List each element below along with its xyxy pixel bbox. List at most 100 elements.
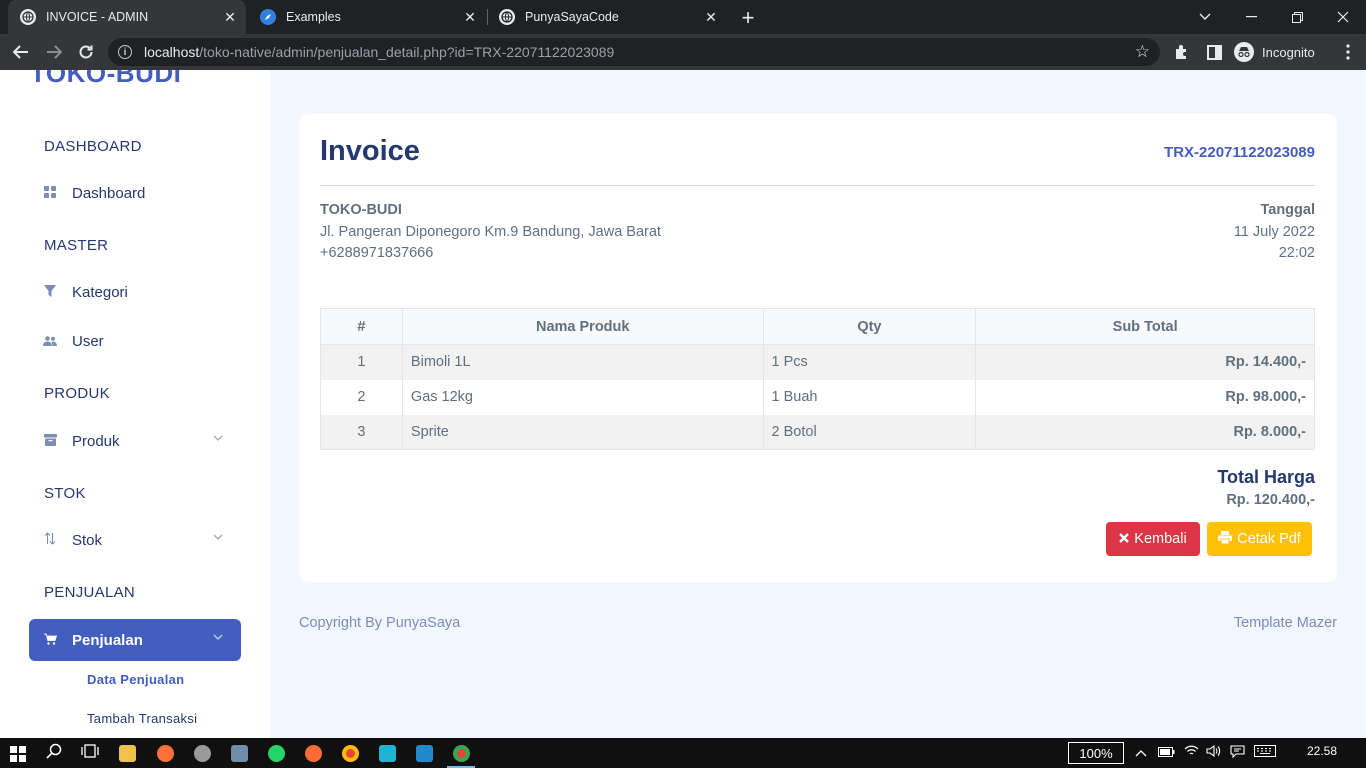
app-icon[interactable] xyxy=(379,745,396,762)
row-number: 1 xyxy=(320,344,403,380)
invoice-date: 11 July 2022 xyxy=(1233,224,1315,240)
print-pdf-button-label: Cetak Pdf xyxy=(1237,531,1301,547)
restore-icon[interactable] xyxy=(1274,0,1320,34)
product-qty: 1 Pcs xyxy=(762,344,977,380)
invoice-code: TRX-22071122023089 xyxy=(1164,144,1315,161)
sidebar-item-kategori[interactable]: Kategori xyxy=(29,271,241,313)
sidebar-item-dashboard[interactable]: Dashboard xyxy=(29,172,241,214)
app-icon[interactable] xyxy=(231,745,248,762)
tab-search-chevron-icon[interactable] xyxy=(1182,0,1228,34)
sidebar-item-penjualan[interactable]: Penjualan xyxy=(29,619,241,661)
sidebar: TOKO-BUDI DASHBOARD Dashboard MASTER Kat… xyxy=(0,70,270,738)
cart-icon xyxy=(43,633,57,648)
menu-kebab-icon[interactable] xyxy=(1336,40,1360,64)
print-pdf-button[interactable]: Cetak Pdf xyxy=(1207,522,1312,556)
battery-icon[interactable] xyxy=(1158,745,1175,760)
site-info-icon[interactable]: i xyxy=(118,45,132,59)
store-name: TOKO-BUDI xyxy=(320,202,402,218)
brand-logo[interactable]: TOKO-BUDI xyxy=(30,70,181,89)
column-header: Sub Total xyxy=(975,308,1315,345)
invoice-card: Invoice TRX-22071122023089 TOKO-BUDI Jl.… xyxy=(299,114,1337,582)
side-panel-icon[interactable] xyxy=(1202,40,1226,64)
table-row: 1 Bimoli 1L 1 Pcs Rp. 14.400,- xyxy=(320,344,1315,380)
sidebar-item-user[interactable]: User xyxy=(29,320,241,362)
filter-icon xyxy=(43,284,57,300)
close-tab-icon[interactable]: ✕ xyxy=(222,9,238,25)
volume-icon[interactable] xyxy=(1206,744,1221,760)
sidebar-section-stok: STOK xyxy=(44,485,86,502)
tab-title: INVOICE - ADMIN xyxy=(46,10,149,24)
table-row: 3 Sprite 2 Botol Rp. 8.000,- xyxy=(320,414,1315,450)
url-path: /toko-native/admin/penjualan_detail.php?… xyxy=(199,44,615,60)
sidebar-item-label: Penjualan xyxy=(72,631,143,649)
zoom-level[interactable]: 100% xyxy=(1068,742,1124,764)
table-row: 2 Gas 12kg 1 Buah Rp. 98.000,- xyxy=(320,379,1315,415)
users-icon xyxy=(43,334,57,349)
reload-icon[interactable] xyxy=(74,40,98,64)
tab-invoice-admin[interactable]: INVOICE - ADMIN ✕ xyxy=(8,0,246,34)
windows-start-icon[interactable] xyxy=(10,746,26,762)
chrome-icon[interactable] xyxy=(453,745,470,762)
row-subtotal: Rp. 8.000,- xyxy=(975,414,1315,450)
sidebar-subitem-data-penjualan[interactable]: Data Penjualan xyxy=(87,672,184,687)
extensions-puzzle-icon[interactable] xyxy=(1170,40,1194,64)
taskbar-clock[interactable]: 22.58 xyxy=(1307,744,1337,758)
row-number: 3 xyxy=(320,414,403,450)
sidebar-subitem-tambah-transaksi[interactable]: Tambah Transaksi xyxy=(87,711,197,726)
globe-icon xyxy=(499,9,515,25)
sidebar-section-master: MASTER xyxy=(44,237,109,254)
sidebar-section-dashboard: DASHBOARD xyxy=(44,138,142,155)
product-qty: 1 Buah xyxy=(762,379,977,415)
profile-label: Incognito xyxy=(1262,44,1315,60)
wifi-icon[interactable] xyxy=(1184,745,1199,760)
row-subtotal: Rp. 14.400,- xyxy=(975,344,1315,380)
keyboard-icon[interactable] xyxy=(1254,745,1276,760)
search-icon[interactable] xyxy=(46,743,62,763)
table-header-row: # Nama Produk Qty Sub Total xyxy=(320,308,1315,345)
incognito-icon xyxy=(1234,42,1254,62)
sidebar-item-produk[interactable]: Produk xyxy=(29,420,241,462)
footer-copyright: Copyright By PunyaSaya xyxy=(299,615,461,631)
tab-examples[interactable]: Examples ✕ xyxy=(248,0,486,34)
product-qty: 2 Botol xyxy=(762,414,977,450)
close-window-icon[interactable] xyxy=(1320,0,1366,34)
sidebar-item-label: Stok xyxy=(72,531,103,549)
total-label: Total Harga xyxy=(1217,467,1315,487)
address-bar[interactable]: i localhost/toko-native/admin/penjualan_… xyxy=(108,38,1160,66)
row-subtotal: Rp. 98.000,- xyxy=(975,379,1315,415)
sidebar-section-produk: PRODUK xyxy=(44,385,110,402)
chrome-icon[interactable] xyxy=(342,745,359,762)
globe-icon xyxy=(20,9,36,25)
bookmark-star-icon[interactable]: ☆ xyxy=(1135,42,1150,62)
whatsapp-icon[interactable] xyxy=(268,745,285,762)
sidebar-item-label: User xyxy=(72,332,104,350)
task-view-icon[interactable] xyxy=(81,743,99,763)
sidebar-item-label: Dashboard xyxy=(72,184,146,202)
tab-punyasayacode[interactable]: PunyaSayaCode ✕ xyxy=(487,0,727,34)
back-button[interactable]: Kembali xyxy=(1106,522,1200,556)
invoice-time: 22:02 xyxy=(1278,245,1315,261)
sidebar-item-label: Kategori xyxy=(72,283,128,301)
printer-icon xyxy=(1218,530,1233,548)
action-center-icon[interactable] xyxy=(1230,745,1245,761)
tab-title: Examples xyxy=(286,10,341,24)
app-icon[interactable] xyxy=(194,745,211,762)
minimize-icon[interactable] xyxy=(1228,0,1274,34)
close-tab-icon[interactable]: ✕ xyxy=(462,9,478,25)
incognito-profile[interactable]: Incognito xyxy=(1234,41,1315,63)
new-tab-plus-icon[interactable]: + xyxy=(737,5,759,31)
forward-arrow-icon[interactable] xyxy=(42,40,66,64)
sidebar-item-stok[interactable]: Stok xyxy=(29,519,241,561)
chevron-up-icon[interactable] xyxy=(1135,745,1147,760)
date-label: Tanggal xyxy=(1260,202,1315,218)
footer-template-credit[interactable]: Template Mazer xyxy=(1234,615,1337,631)
column-header: Qty xyxy=(762,308,977,345)
file-explorer-icon[interactable] xyxy=(119,745,136,762)
firefox-icon[interactable] xyxy=(157,745,174,762)
tab-title: PunyaSayaCode xyxy=(525,10,619,24)
vscode-icon[interactable] xyxy=(416,745,433,762)
postman-icon[interactable] xyxy=(305,745,322,762)
back-arrow-icon[interactable] xyxy=(9,40,33,64)
close-tab-icon[interactable]: ✕ xyxy=(703,9,719,25)
invoice-items-table: # Nama Produk Qty Sub Total 1 Bimoli 1L … xyxy=(320,308,1315,450)
